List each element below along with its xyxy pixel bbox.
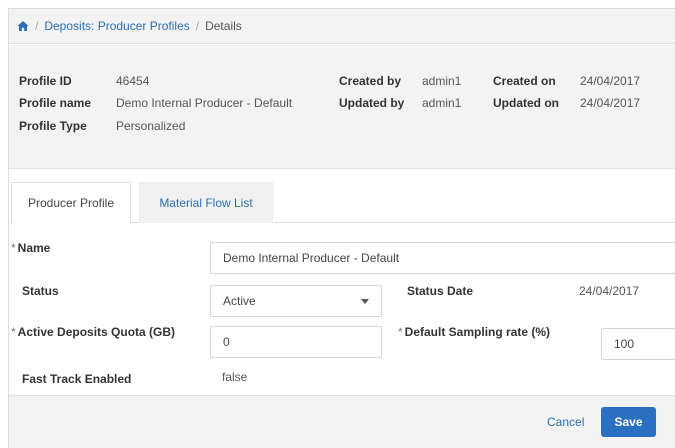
tab-bar: Producer Profile Material Flow List <box>9 178 675 224</box>
required-marker: * <box>11 241 16 255</box>
status-select[interactable]: Active <box>210 285 382 317</box>
save-button[interactable]: Save <box>601 407 656 437</box>
sampling-rate-label-text: Default Sampling rate (%) <box>404 325 551 339</box>
profile-id-label: Profile ID <box>19 74 72 88</box>
profile-type-value: Personalized <box>116 119 186 133</box>
profile-name-value: Demo Internal Producer - Default <box>116 96 293 110</box>
name-field[interactable]: Demo Internal Producer - Default <box>210 242 675 274</box>
created-on-label: Created on <box>493 74 556 88</box>
status-date-label: Status Date <box>407 284 474 298</box>
updated-on-value: 24/04/2017 <box>580 96 641 110</box>
breadcrumb-item-details: Details <box>205 19 242 33</box>
status-select-value: Active <box>223 294 256 308</box>
profile-type-label: Profile Type <box>19 119 87 133</box>
updated-on-label: Updated on <box>493 96 559 110</box>
page-frame: / Deposits: Producer Profiles / Details … <box>8 8 675 448</box>
form-footer: Cancel Save <box>9 395 675 448</box>
required-marker: * <box>11 325 16 339</box>
breadcrumb-separator: / <box>195 19 200 33</box>
breadcrumb-separator: / <box>35 19 39 33</box>
fast-track-value: false <box>222 370 248 384</box>
created-on-value: 24/04/2017 <box>580 74 641 88</box>
cancel-button[interactable]: Cancel <box>547 415 584 429</box>
quota-label-text: Active Deposits Quota (GB) <box>17 325 176 339</box>
sampling-rate-input-value: 100 <box>614 337 635 351</box>
name-field-value: Demo Internal Producer - Default <box>223 251 400 265</box>
required-marker: * <box>398 325 403 339</box>
created-by-value: admin1 <box>422 74 462 88</box>
profile-summary: Profile ID 46454 Profile name Demo Inter… <box>9 45 675 169</box>
quota-input[interactable]: 0 <box>210 326 382 358</box>
chevron-down-icon <box>361 299 369 304</box>
fast-track-label: Fast Track Enabled <box>22 372 132 386</box>
updated-by-label: Updated by <box>339 96 405 110</box>
tab-producer-profile[interactable]: Producer Profile <box>11 182 131 224</box>
name-label-text: Name <box>17 241 51 255</box>
profile-id-value: 46454 <box>116 74 150 88</box>
sampling-rate-label: * Default Sampling rate (%) <box>398 325 550 339</box>
name-label: * Name <box>11 241 50 255</box>
status-label: Status <box>22 284 59 298</box>
quota-label: * Active Deposits Quota (GB) <box>11 325 175 339</box>
created-by-label: Created by <box>339 74 402 88</box>
home-icon[interactable] <box>17 20 29 32</box>
producer-profile-form: * Name Demo Internal Producer - Default S… <box>9 224 675 404</box>
profile-name-label: Profile name <box>19 96 92 110</box>
breadcrumb: / Deposits: Producer Profiles / Details <box>9 9 675 44</box>
breadcrumb-item-deposits[interactable]: Deposits: Producer Profiles <box>44 19 189 33</box>
status-date-value: 24/04/2017 <box>579 284 640 298</box>
tab-material-flow-list[interactable]: Material Flow List <box>139 182 273 223</box>
quota-input-value: 0 <box>223 335 230 349</box>
updated-by-value: admin1 <box>422 96 462 110</box>
sampling-rate-input[interactable]: 100 <box>601 328 675 360</box>
